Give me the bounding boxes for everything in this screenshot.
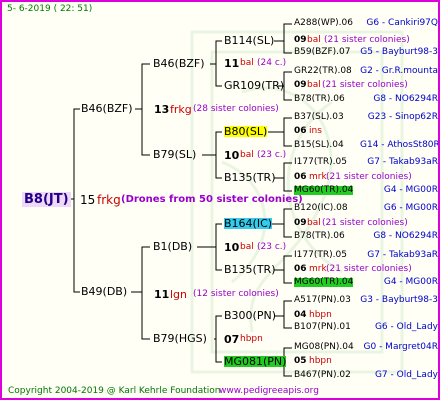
gen2-1-mate-num: 10 [224,149,240,162]
gen2-1-mate-note: (23 c.) [257,150,287,160]
gen4-queen: MG60(TR).04 [294,185,354,195]
gen3-4-num: 09 [294,218,307,228]
gen3-4-note: (21 sister colonies) [322,218,408,228]
gen3-queen-6: B300(PN) [224,309,276,322]
gen4-queen: B120(IC).08 [294,203,348,213]
gen4-info: G4 - MG00R [383,277,438,287]
gen4-queen: B15(SL).04 [294,140,344,150]
gen4-info: G6 - Old_Lady [374,322,438,332]
gen4-info: G7 - Old_Lady [374,370,438,380]
gen4-info: G23 - Sinop62R [367,112,438,122]
gen3-0-mate-code: bal [240,58,254,68]
gen3-5-code: mrk [309,264,327,274]
gen3-5-num: 06 [294,264,307,274]
gen2-2-mate-note: (23 c.) [257,242,287,252]
gen3-6-num: 04 [294,310,307,320]
gen1-bottom-queen: B49(DB) [81,285,128,298]
root-gen-num: 15 [80,193,96,207]
gen4-info: G4 - MG00R [383,185,438,195]
gen3-b-code: bal [307,80,321,90]
gen4-queen: A517(PN).03 [294,295,351,305]
gen4-info: G14 - AthosSt80R [360,140,440,150]
gen3-queen-0: B114(SL) [224,34,275,47]
pedigree-frame: 5- 6-2019 ( 22: 51) B8(JT) 15 frkg (Dron… [0,0,440,400]
gen4-queen: B467(PN).02 [294,370,351,380]
gen2-1-code: lgn [170,288,188,301]
gen4-queen: B78(TR).06 [294,94,345,104]
gen2-0-note: (28 sister colonies) [193,104,279,114]
gen4-info: G8 - NO6294R [373,231,438,241]
gen3-b-note: (21 sister colonies) [322,80,408,90]
gen3-7-num: 05 [294,356,307,366]
gen4-info: G5 - Bayburt98-3 [360,47,438,57]
footer-url[interactable]: www.pedigreeapis.org [219,387,319,396]
gen2-3-mate-code: hbpn [240,334,263,344]
gen2-3-mate-num: 07 [224,333,240,346]
gen4-queen: B59(BZF).07 [294,47,351,57]
gen4-info: G6 - Cankiri97Q [366,18,438,28]
gen2-0-num: 13 [154,103,170,116]
gen3-queen-3: B135(TR) [224,171,276,184]
gen4-queen: I177(TR).05 [294,157,347,167]
gen4-info: G6 - MG00R [383,203,438,213]
gen3-2-code: ins [309,126,322,136]
gen2-queen-1: B79(SL) [153,148,197,161]
gen3-queen-4: B164(IC) [224,217,273,230]
gen3-6-code: hbpn [309,310,332,320]
report-date: 5- 6-2019 ( 22: 51) [7,4,93,14]
gen4-queen: B78(TR).06 [294,231,345,241]
gen2-queen-3: B79(HGS) [153,332,207,345]
gen4-queen: A288(WP).06 [294,18,353,28]
footer-copyright: Copyright 2004-2019 @ Karl Kehrle Founda… [8,386,221,396]
root-queen: B8(JT) [22,192,71,207]
gen2-1-note: (12 sister colonies) [193,289,279,299]
gen4-queen: B107(PN).01 [294,322,351,332]
gen4-info: G3 - Bayburt98-3 [360,295,438,305]
gen1-top-queen: B46(BZF) [81,102,133,115]
gen3-3-code: mrk [309,172,327,182]
gen4-queen: I177(TR).05 [294,250,347,260]
gen3-queen-5: B135(TR) [224,263,276,276]
gen3-queen-1: GR109(TR) [224,79,285,92]
gen4-info: G0 - Margret04R [363,342,438,352]
gen4-queen: B37(SL).03 [294,112,344,122]
gen3-3-num: 06 [294,172,307,182]
root-note: (Drones from 50 sister colonies) [121,194,303,205]
gen3-1-num: 09 [294,35,307,45]
gen2-2-mate-code: bal [240,242,254,252]
gen4-queen: MG08(PN).04 [294,342,354,352]
gen2-2-mate-num: 10 [224,241,240,254]
gen3-2-num: 06 [294,126,307,136]
gen4-info: G7 - Takab93aR [367,157,438,167]
gen2-queen-2: B1(DB) [153,240,193,253]
gen3-3-note: (21 sister colonies) [326,172,412,182]
gen4-info: G8 - NO6294R [373,94,438,104]
gen3-5-note: (21 sister colonies) [326,264,412,274]
gen2-1-num: 11 [154,288,170,301]
gen3-queen-7: MG081(PN) [224,355,287,368]
gen4-info: G2 - Gr.R.mounta [360,66,438,76]
gen3-queen-2: B80(SL) [224,125,268,138]
gen4-queen: MG60(TR).04 [294,277,354,287]
gen4-info: G7 - Takab93aR [367,250,438,260]
gen2-queen-0: B46(BZF) [153,57,205,70]
gen3-1-note: (21 sister colonies) [324,35,410,45]
gen3-b-num: 09 [294,80,307,90]
gen2-0-code: frkg [170,103,192,116]
gen3-4-code: bal [307,218,321,228]
gen3-0-mate-num: 11 [224,57,240,70]
gen4-queen: GR22(TR).08 [294,66,352,76]
root-gen-code: frkg [97,193,121,207]
gen3-1-code: bal [307,35,321,45]
gen2-1-mate-code: bal [240,150,254,160]
gen3-0-mate-note: (24 c.) [257,58,287,68]
gen3-7-code: hbpn [309,356,332,366]
